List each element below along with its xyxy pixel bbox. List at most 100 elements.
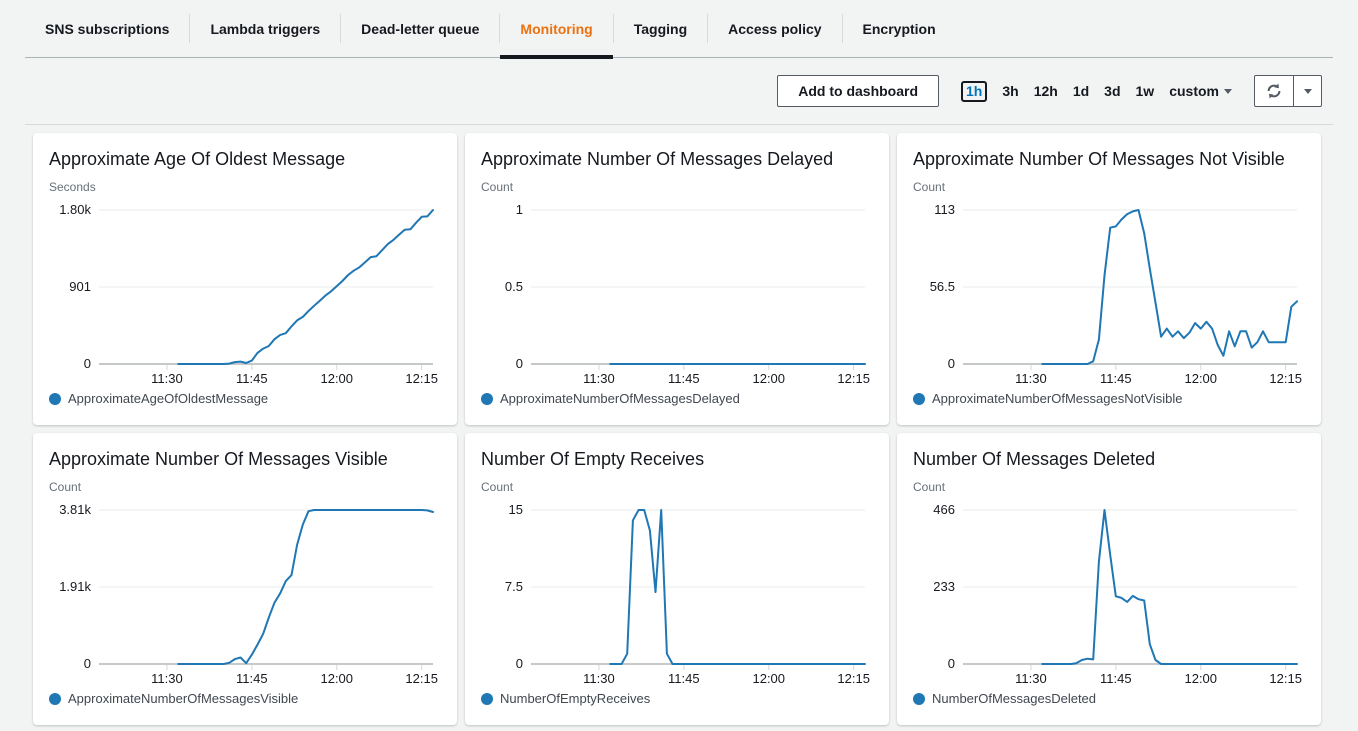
chart-card-messages-delayed: Approximate Number Of Messages Delayed C… bbox=[465, 133, 889, 425]
y-axis-unit-label: Count bbox=[913, 480, 1305, 494]
monitoring-toolbar: Add to dashboard 1h 3h 12h 1d 3d 1w cust… bbox=[0, 58, 1358, 124]
legend-label: NumberOfEmptyReceives bbox=[500, 691, 650, 706]
chart-legend-item[interactable]: NumberOfEmptyReceives bbox=[481, 691, 873, 706]
legend-dot-icon bbox=[913, 693, 925, 705]
legend-label: ApproximateNumberOfMessagesNotVisible bbox=[932, 391, 1182, 406]
svg-text:11:30: 11:30 bbox=[583, 671, 615, 686]
svg-text:0: 0 bbox=[84, 356, 91, 371]
svg-text:7.5: 7.5 bbox=[505, 579, 523, 594]
tab-tagging[interactable]: Tagging bbox=[614, 0, 707, 57]
chart-card-age-of-oldest-message: Approximate Age Of Oldest Message Second… bbox=[33, 133, 457, 425]
chart-legend-item[interactable]: ApproximateAgeOfOldestMessage bbox=[49, 391, 441, 406]
chart-title: Approximate Age Of Oldest Message bbox=[49, 146, 441, 172]
refresh-options-button[interactable] bbox=[1294, 75, 1322, 107]
charts-grid: Approximate Age Of Oldest Message Second… bbox=[33, 133, 1325, 725]
chart-canvas: 11:30 11:45 12:00 12:15 1 0.5 0 bbox=[481, 194, 873, 390]
tab-dead-letter-queue[interactable]: Dead-letter queue bbox=[341, 0, 499, 57]
svg-text:233: 233 bbox=[933, 579, 955, 594]
svg-text:12:15: 12:15 bbox=[837, 671, 870, 686]
chart-canvas: 11:3011:4512:0012:153.81k1.91k0 bbox=[49, 494, 441, 690]
svg-text:901: 901 bbox=[69, 279, 91, 294]
y-axis-unit-label: Count bbox=[481, 180, 873, 194]
svg-text:11:45: 11:45 bbox=[668, 671, 700, 686]
svg-text:0: 0 bbox=[948, 356, 955, 371]
svg-text:12:00: 12:00 bbox=[1184, 671, 1217, 686]
legend-label: ApproximateNumberOfMessagesVisible bbox=[68, 691, 298, 706]
chart-legend-item[interactable]: ApproximateNumberOfMessagesDelayed bbox=[481, 391, 873, 406]
time-range-3d[interactable]: 3d bbox=[1104, 83, 1120, 99]
svg-text:12:15: 12:15 bbox=[837, 371, 870, 386]
time-range-picker: 1h 3h 12h 1d 3d 1w custom bbox=[961, 81, 1232, 102]
chart-legend-item[interactable]: ApproximateNumberOfMessagesVisible bbox=[49, 691, 441, 706]
time-range-3h[interactable]: 3h bbox=[1002, 83, 1018, 99]
svg-text:12:00: 12:00 bbox=[320, 371, 353, 386]
legend-label: ApproximateNumberOfMessagesDelayed bbox=[500, 391, 740, 406]
svg-text:11:45: 11:45 bbox=[1100, 371, 1132, 386]
svg-text:11:45: 11:45 bbox=[236, 371, 268, 386]
chart-canvas: 11:30 11:45 12:00 12:15 113 56.5 0 bbox=[913, 194, 1305, 390]
svg-text:1.80k: 1.80k bbox=[59, 202, 91, 217]
svg-text:113: 113 bbox=[934, 202, 955, 217]
legend-label: ApproximateAgeOfOldestMessage bbox=[68, 391, 268, 406]
chart-title: Approximate Number Of Messages Delayed bbox=[481, 146, 873, 172]
legend-dot-icon bbox=[49, 693, 61, 705]
svg-text:11:30: 11:30 bbox=[1015, 671, 1047, 686]
chart-canvas: 11:3011:4512:0012:15157.50 bbox=[481, 494, 873, 690]
svg-text:15: 15 bbox=[509, 502, 523, 517]
svg-text:1: 1 bbox=[516, 202, 523, 217]
chart-legend-item[interactable]: ApproximateNumberOfMessagesNotVisible bbox=[913, 391, 1305, 406]
chart-canvas: 11:3011:4512:0012:154662330 bbox=[913, 494, 1305, 690]
tab-lambda-triggers[interactable]: Lambda triggers bbox=[190, 0, 340, 57]
svg-text:56.5: 56.5 bbox=[930, 279, 955, 294]
caret-down-icon bbox=[1304, 89, 1312, 94]
y-axis-unit-label: Seconds bbox=[49, 180, 441, 194]
y-axis-unit-label: Count bbox=[481, 480, 873, 494]
tab-sns-subscriptions[interactable]: SNS subscriptions bbox=[25, 0, 189, 57]
svg-text:12:00: 12:00 bbox=[752, 371, 785, 386]
legend-label: NumberOfMessagesDeleted bbox=[932, 691, 1096, 706]
svg-text:0: 0 bbox=[948, 656, 955, 671]
svg-text:12:15: 12:15 bbox=[1269, 671, 1302, 686]
tab-encryption[interactable]: Encryption bbox=[843, 0, 956, 57]
chart-card-empty-receives: Number Of Empty Receives Count 11:30 11:4… bbox=[465, 433, 889, 725]
time-range-12h[interactable]: 12h bbox=[1034, 83, 1058, 99]
toolbar-divider bbox=[25, 124, 1333, 125]
time-range-custom[interactable]: custom bbox=[1169, 83, 1232, 99]
svg-text:12:15: 12:15 bbox=[405, 671, 438, 686]
time-range-1w[interactable]: 1w bbox=[1136, 83, 1155, 99]
chart-legend-item[interactable]: NumberOfMessagesDeleted bbox=[913, 691, 1305, 706]
svg-text:12:15: 12:15 bbox=[405, 371, 438, 386]
chart-card-messages-deleted: Number Of Messages Deleted Count 11:3011… bbox=[897, 433, 1321, 725]
chart-canvas: 11:30 11:45 12:00 12:15 1.80k 901 0 bbox=[49, 194, 441, 390]
svg-text:11:30: 11:30 bbox=[1015, 371, 1047, 386]
refresh-button[interactable] bbox=[1254, 75, 1294, 107]
tab-monitoring[interactable]: Monitoring bbox=[500, 0, 612, 57]
svg-text:11:45: 11:45 bbox=[668, 371, 700, 386]
time-range-1h[interactable]: 1h bbox=[961, 81, 987, 102]
svg-text:0: 0 bbox=[84, 656, 91, 671]
time-range-1d[interactable]: 1d bbox=[1073, 83, 1089, 99]
svg-text:0.5: 0.5 bbox=[505, 279, 523, 294]
svg-text:12:00: 12:00 bbox=[320, 671, 353, 686]
svg-text:12:00: 12:00 bbox=[752, 671, 785, 686]
svg-text:12:15: 12:15 bbox=[1269, 371, 1302, 386]
caret-down-icon bbox=[1224, 89, 1232, 94]
legend-dot-icon bbox=[49, 393, 61, 405]
chart-card-messages-visible: Approximate Number Of Messages Visible C… bbox=[33, 433, 457, 725]
chart-title: Number Of Messages Deleted bbox=[913, 446, 1305, 472]
svg-text:12:00: 12:00 bbox=[1184, 371, 1217, 386]
add-to-dashboard-button[interactable]: Add to dashboard bbox=[777, 75, 939, 107]
svg-text:0: 0 bbox=[516, 356, 523, 371]
legend-dot-icon bbox=[481, 393, 493, 405]
chart-title: Approximate Number Of Messages Visible bbox=[49, 446, 441, 472]
chart-title: Number Of Empty Receives bbox=[481, 446, 873, 472]
custom-label: custom bbox=[1169, 83, 1219, 99]
legend-dot-icon bbox=[481, 693, 493, 705]
svg-text:11:30: 11:30 bbox=[583, 371, 615, 386]
tab-access-policy[interactable]: Access policy bbox=[708, 0, 841, 57]
svg-text:11:30: 11:30 bbox=[151, 671, 183, 686]
legend-dot-icon bbox=[913, 393, 925, 405]
refresh-split-button bbox=[1254, 75, 1322, 107]
tab-bar-wrap: SNS subscriptions Lambda triggers Dead-l… bbox=[25, 0, 1333, 58]
svg-text:11:30: 11:30 bbox=[151, 371, 183, 386]
